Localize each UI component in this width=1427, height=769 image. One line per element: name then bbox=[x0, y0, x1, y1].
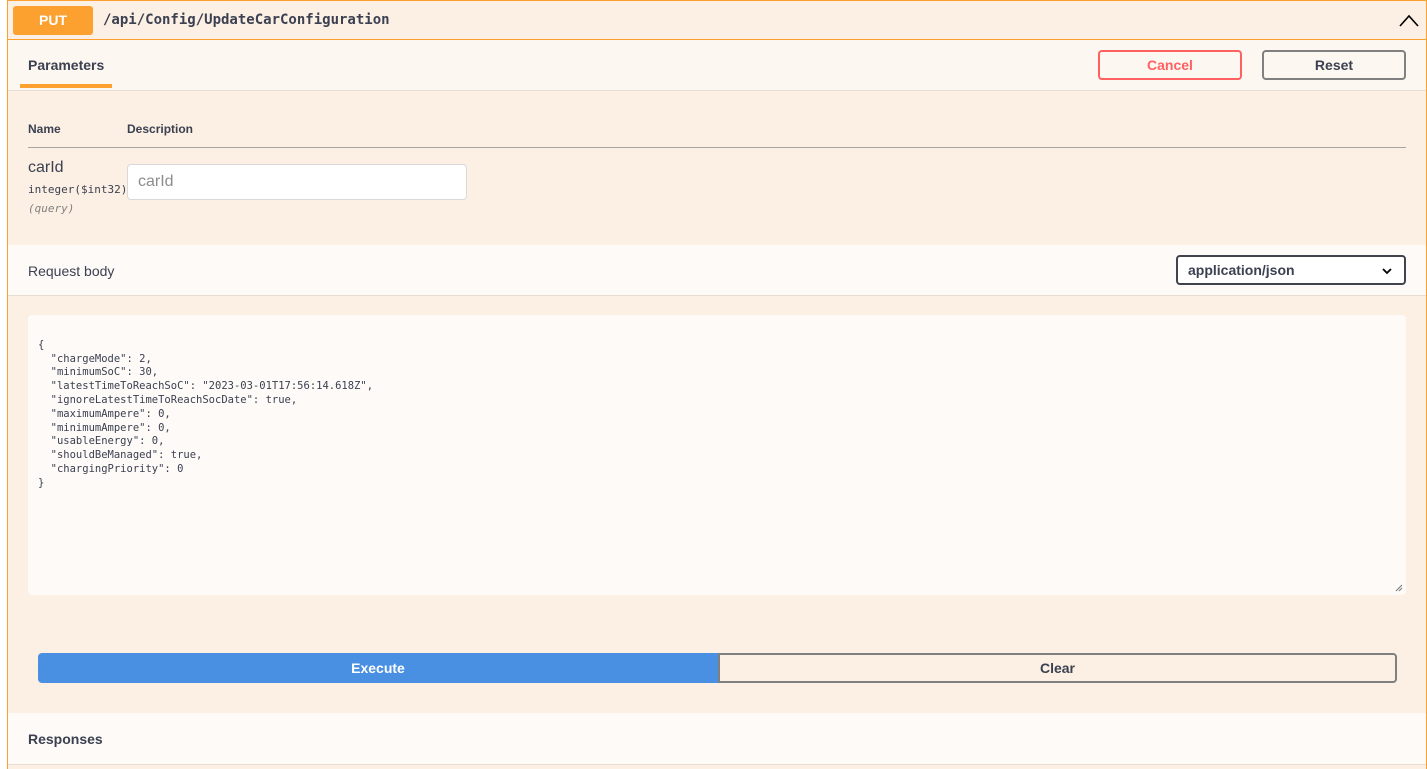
tab-active-indicator bbox=[20, 84, 112, 88]
operation-block: PUT /api/Config/UpdateCarConfiguration P… bbox=[7, 0, 1427, 769]
column-header-description: Description bbox=[127, 122, 194, 136]
content-type-select[interactable]: application/json bbox=[1176, 255, 1406, 285]
body-line: "maximumAmpere": 0, bbox=[38, 407, 171, 420]
tab-header: Parameters Cancel Reset bbox=[8, 40, 1426, 91]
body-line: "minimumSoC": 30, bbox=[38, 366, 159, 379]
parameters-section: Name Description carId integer($int32) (… bbox=[8, 91, 1426, 245]
tab-parameters[interactable]: Parameters bbox=[28, 57, 104, 73]
table-divider bbox=[28, 147, 1406, 148]
body-line: "ignoreLatestTimeToReachSocDate": true, bbox=[38, 393, 298, 406]
carid-input[interactable] bbox=[127, 164, 467, 200]
resize-handle-icon[interactable] bbox=[1395, 584, 1403, 592]
operation-path: /api/Config/UpdateCarConfiguration bbox=[103, 12, 390, 28]
body-line: { bbox=[38, 338, 45, 351]
column-header-name: Name bbox=[28, 122, 61, 136]
parameter-type: integer($int32) bbox=[28, 183, 128, 196]
chevron-up-icon[interactable] bbox=[1398, 11, 1420, 31]
body-line: "latestTimeToReachSoC": "2023-03-01T17:5… bbox=[38, 380, 374, 393]
body-line: "usableEnergy": 0, bbox=[38, 435, 165, 448]
operation-summary[interactable]: PUT /api/Config/UpdateCarConfiguration bbox=[8, 0, 1426, 40]
parameter-name: carId bbox=[28, 159, 64, 176]
responses-section: Responses bbox=[8, 713, 1426, 765]
body-line: "shouldBeManaged": true, bbox=[38, 449, 203, 462]
parameter-location: (query) bbox=[28, 202, 75, 215]
body-line: } bbox=[38, 476, 45, 489]
request-body-editor[interactable]: { "chargeMode": 2, "minimumSoC": 30, "la… bbox=[28, 315, 1406, 595]
chevron-down-icon bbox=[1382, 268, 1392, 275]
request-body-header: Request body application/json bbox=[8, 245, 1426, 296]
http-method-badge: PUT bbox=[13, 6, 93, 35]
responses-title: Responses bbox=[28, 731, 103, 747]
reset-button[interactable]: Reset bbox=[1262, 50, 1406, 80]
body-line: "minimumAmpere": 0, bbox=[38, 421, 171, 434]
body-line: "chargingPriority": 0 bbox=[38, 462, 184, 475]
request-body-title: Request body bbox=[28, 263, 115, 279]
content-type-value: application/json bbox=[1188, 262, 1295, 278]
clear-button[interactable]: Clear bbox=[718, 653, 1397, 683]
cancel-button[interactable]: Cancel bbox=[1098, 50, 1242, 80]
execute-button[interactable]: Execute bbox=[38, 653, 718, 683]
body-line: "chargeMode": 2, bbox=[38, 352, 152, 365]
